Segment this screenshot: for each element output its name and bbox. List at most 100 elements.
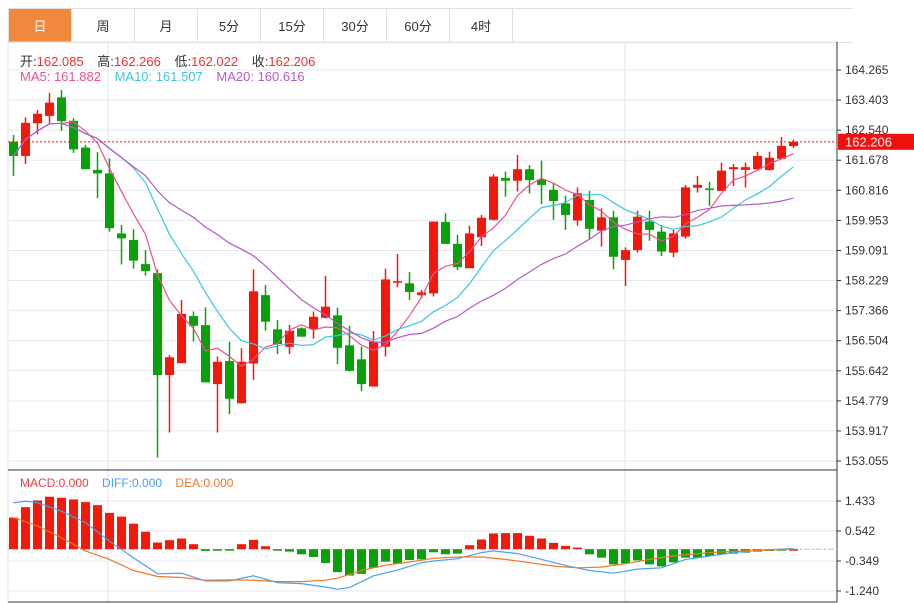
candle (297, 327, 306, 337)
candle-body (201, 325, 210, 383)
macd-bar (561, 545, 570, 550)
macd-tick-label: 0.542 (845, 524, 875, 538)
candle (21, 117, 30, 165)
candle (309, 311, 318, 339)
candle-body (273, 329, 282, 344)
macd-bar (213, 549, 222, 551)
candle-body (393, 281, 402, 283)
candle (669, 229, 678, 258)
candle (357, 346, 366, 392)
candle-body (165, 357, 174, 376)
candle-body (741, 167, 750, 170)
macd-bar (93, 505, 102, 550)
macd-bar (621, 549, 630, 564)
candle-body (693, 184, 702, 188)
macd-bar (345, 549, 354, 576)
candle-body (93, 169, 102, 174)
price-tick-label: 159.953 (845, 213, 889, 227)
macd-bar (237, 544, 246, 550)
macd-bar (249, 539, 258, 550)
macd-bar (585, 549, 594, 555)
candle-body (405, 283, 414, 293)
candle (717, 162, 726, 191)
macd-bar (609, 549, 618, 565)
candle (681, 184, 690, 239)
candle-body (681, 187, 690, 237)
macd-bar (153, 542, 162, 550)
price-tick-label: 153.055 (845, 454, 889, 468)
macd-bar (489, 533, 498, 550)
candle (165, 355, 174, 433)
candle (393, 253, 402, 288)
candle-body (309, 316, 318, 330)
macd-bar (441, 549, 450, 555)
macd-bar (21, 507, 30, 550)
close-value: 162.206 (268, 54, 316, 69)
macd-bar (369, 549, 378, 568)
candle-body (105, 173, 114, 229)
candle-body (345, 345, 354, 371)
candle-body (417, 292, 426, 296)
last-price-label: 162.206 (845, 134, 892, 149)
macd-bar (321, 549, 330, 564)
open-label: 开: (20, 54, 37, 69)
macd-bar (465, 545, 474, 550)
close-label: 收: (251, 54, 269, 69)
candle-body (729, 167, 738, 170)
candle-body (525, 169, 534, 181)
candle-body (117, 233, 126, 239)
price-tick-label: 153.917 (845, 424, 889, 438)
macd-bar (177, 538, 186, 550)
candle (117, 225, 126, 265)
ohlc-readout: 开:162.085 高:162.266 低:162.022 收:162.206 (20, 51, 315, 70)
price-tick-label: 160.816 (845, 183, 889, 197)
ma5-value: MA5: 161.882 (20, 69, 101, 84)
macd-bar (189, 544, 198, 550)
candle (777, 137, 786, 159)
candle (261, 285, 270, 331)
candle (213, 356, 222, 433)
macd-bar (69, 499, 78, 550)
candle-body (513, 169, 522, 181)
price-tick-label: 163.403 (845, 93, 889, 107)
high-value: 162.266 (113, 54, 161, 69)
candle-body (501, 177, 510, 181)
macd-bar (261, 546, 270, 550)
price-tick-label: 164.265 (845, 63, 889, 77)
macd-bar (417, 549, 426, 560)
kline-chart[interactable]: 164.265163.403162.540161.678160.816159.9… (0, 0, 914, 603)
price-tick-label: 156.504 (845, 334, 889, 348)
macd-bar (165, 540, 174, 550)
plot-frame (7, 41, 838, 603)
candle-body (321, 306, 330, 318)
candle (249, 269, 258, 380)
dea-value: DEA:0.000 (175, 476, 234, 490)
candle-body (597, 217, 606, 231)
macd-bar (633, 549, 642, 561)
candle (153, 269, 162, 458)
candle-body (33, 113, 42, 124)
candle (633, 210, 642, 253)
macd-bar (45, 496, 54, 550)
macd-bar (201, 549, 210, 551)
candle (705, 181, 714, 206)
candle-body (237, 361, 246, 404)
macd-tick-label: -1.240 (845, 584, 879, 598)
candle (237, 348, 246, 404)
price-tick-label: 159.091 (845, 243, 889, 257)
macd-tick-label: -0.349 (845, 554, 879, 568)
candle-body (789, 141, 798, 147)
macd-bar (141, 531, 150, 550)
candle-body (717, 170, 726, 191)
candle (225, 341, 234, 415)
macd-bar (501, 533, 510, 550)
candle-body (333, 315, 342, 348)
macd-tick-label: 1.433 (845, 494, 875, 508)
candle (549, 183, 558, 220)
candle (585, 190, 594, 240)
macd-bar (429, 549, 438, 553)
price-tick-label: 154.779 (845, 394, 889, 408)
macd-bar (285, 549, 294, 552)
candle (489, 174, 498, 221)
candle (789, 139, 798, 149)
